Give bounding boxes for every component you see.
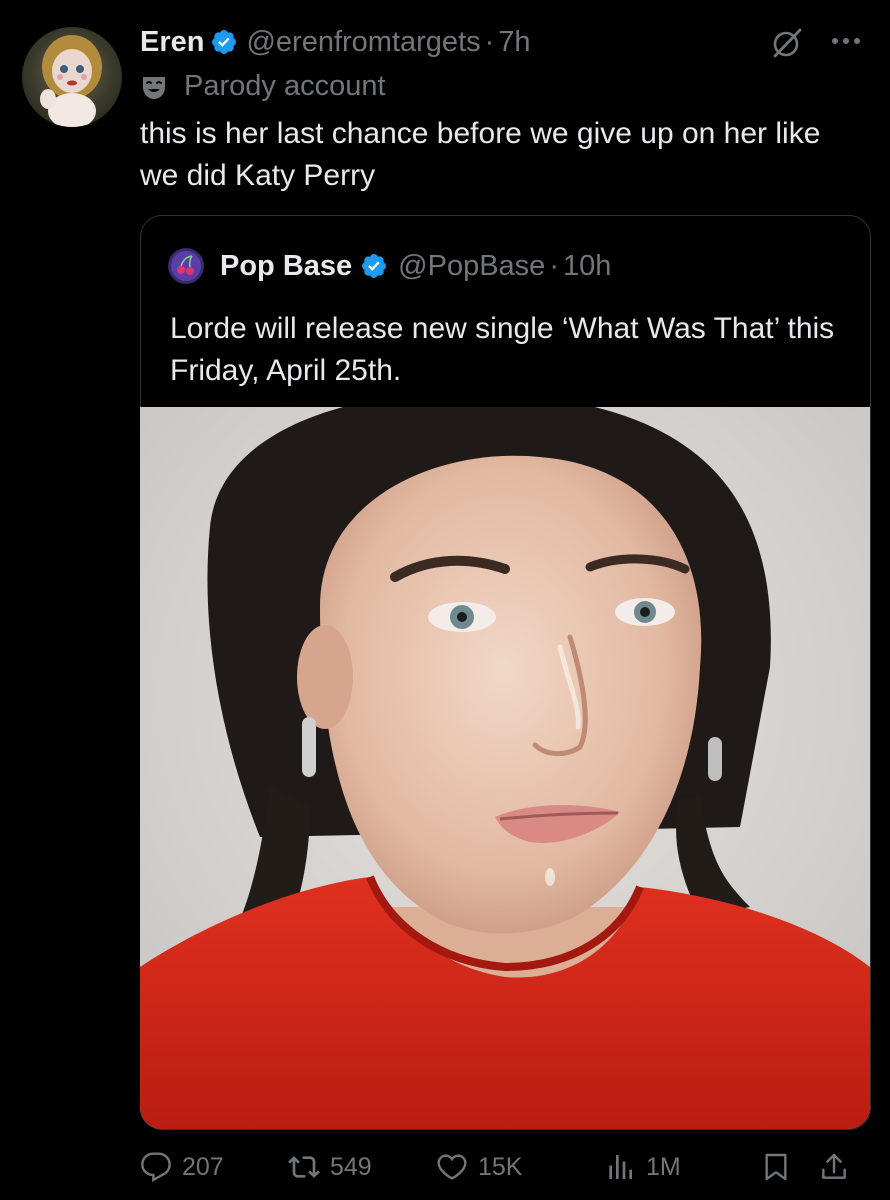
more-icon[interactable]: [826, 24, 866, 58]
verified-badge-icon: [362, 254, 387, 278]
bookmark-icon: [765, 1153, 787, 1181]
views-count: 1M: [646, 1152, 681, 1181]
separator-dot: ·: [484, 25, 495, 58]
parody-account-text: Parody account: [184, 70, 386, 102]
repost-count: 549: [330, 1152, 372, 1181]
separator-dot: ·: [549, 249, 559, 282]
bookmark-button[interactable]: [760, 1145, 792, 1189]
grok-icon[interactable]: [770, 26, 804, 60]
reply-count: 207: [182, 1152, 224, 1181]
tweet-timestamp[interactable]: 7h: [498, 26, 530, 59]
reply-icon: [141, 1152, 171, 1182]
share-button[interactable]: [818, 1145, 850, 1189]
parody-label: Parody account: [140, 70, 386, 103]
doll-avatar-image: [40, 35, 102, 127]
verified-badge-icon: [212, 30, 237, 54]
like-button[interactable]: 15K: [436, 1145, 522, 1189]
views-button[interactable]: 1M: [604, 1145, 681, 1189]
parody-mask-icon: [143, 76, 165, 99]
quoted-handle[interactable]: @PopBase: [398, 250, 545, 283]
author-handle[interactable]: @erenfromtargets: [246, 26, 480, 59]
author-display-name[interactable]: Eren: [140, 26, 204, 59]
like-count: 15K: [478, 1152, 523, 1181]
share-icon: [822, 1153, 846, 1179]
tweet-actions: 207 549 15K 1M: [140, 1145, 870, 1189]
tweet-header: Eren @erenfromtargets · 7h: [140, 24, 531, 60]
portrait-image: [140, 407, 870, 1129]
quoted-tweet-text: Lorde will release new single ‘What Was …: [170, 312, 835, 387]
quoted-timestamp[interactable]: 10h: [563, 250, 611, 283]
like-icon: [437, 1154, 467, 1180]
quoted-tweet-header: Pop Base @PopBase · 10h: [168, 248, 611, 284]
quoted-display-name[interactable]: Pop Base: [220, 250, 352, 283]
repost-button[interactable]: 549: [288, 1145, 372, 1189]
reply-button[interactable]: 207: [140, 1145, 224, 1189]
repost-icon: [288, 1156, 320, 1178]
quoted-tweet-photo[interactable]: [140, 407, 870, 1129]
tweet-text: this is her last chance before we give u…: [140, 117, 821, 192]
views-icon: [609, 1155, 632, 1179]
popbase-avatar[interactable]: [168, 248, 204, 284]
author-avatar[interactable]: [22, 27, 122, 127]
tweet[interactable]: Eren @erenfromtargets · 7h Parody accoun…: [0, 0, 890, 1200]
